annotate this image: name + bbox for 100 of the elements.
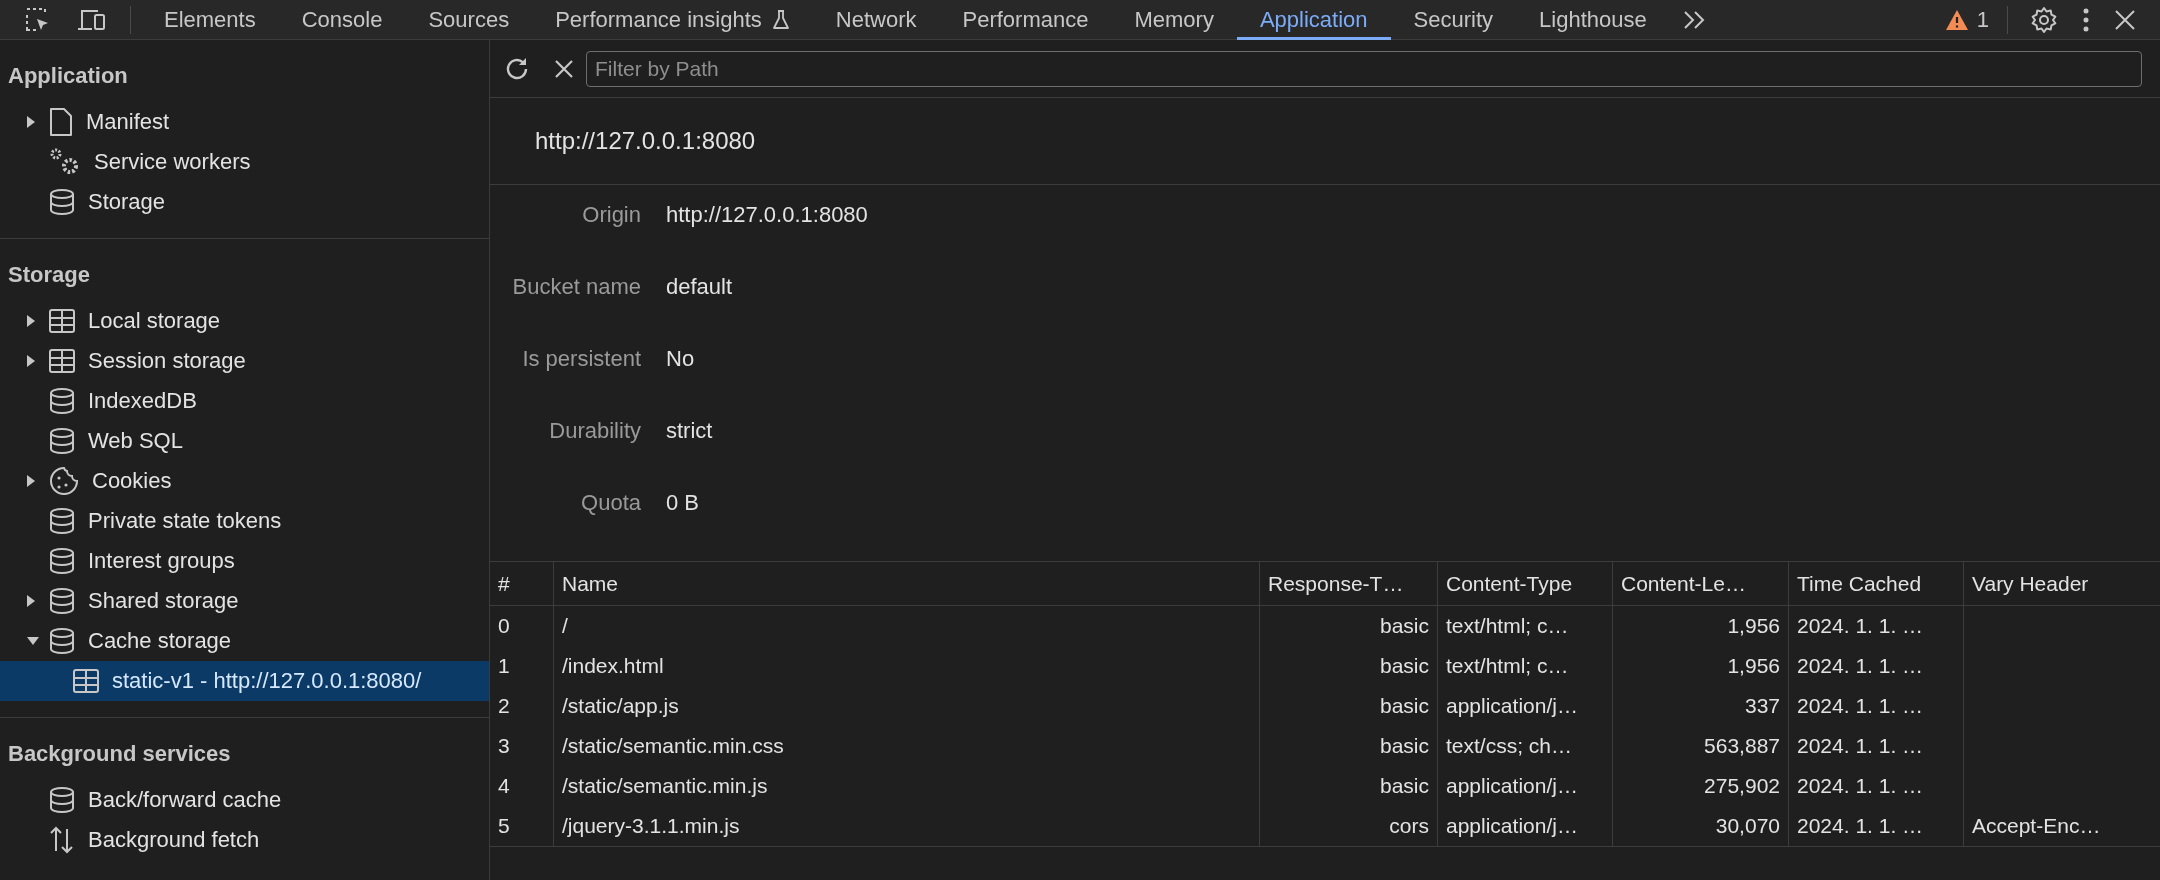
sidebar-item[interactable]: Shared storage <box>0 581 489 621</box>
table-cell: 275,902 <box>1704 774 1780 798</box>
table-cell: Accept-Enc… <box>1972 814 2101 838</box>
origin-title: http://127.0.0.1:8080 <box>535 127 756 155</box>
table-cell: 0 <box>498 614 510 638</box>
sidebar-item[interactable]: Back/forward cache <box>0 780 489 820</box>
sidebar-item[interactable]: Background fetch <box>0 820 489 860</box>
panel-tab[interactable]: Lighthouse <box>1516 0 1670 40</box>
panel-tab[interactable]: Network <box>812 0 940 40</box>
sidebar-item[interactable]: Web SQL <box>0 421 489 461</box>
close-icon[interactable] <box>2114 8 2136 31</box>
table-icon <box>48 348 76 374</box>
table-cell: /jquery-3.1.1.min.js <box>562 814 740 838</box>
table-cell: 3 <box>498 734 510 758</box>
sidebar-section-heading: Storage <box>7 261 91 289</box>
expand-arrow-icon[interactable] <box>26 474 36 488</box>
table-cell: basic <box>1379 694 1429 718</box>
file-icon <box>48 107 74 137</box>
table-cell: 5 <box>498 814 510 838</box>
detail-label: Quota <box>580 490 641 516</box>
sidebar-item[interactable]: IndexedDB <box>0 381 489 421</box>
table-cell: basic <box>1379 774 1429 798</box>
table-cell: 563,887 <box>1704 734 1780 758</box>
flask-icon <box>771 8 790 31</box>
table-cell: 2 <box>498 694 510 718</box>
sidebar-item[interactable]: Cookies <box>0 461 489 501</box>
table-cell: 2024. 1. 1. … <box>1797 774 1924 798</box>
table-cell: 1,956 <box>1727 654 1780 678</box>
sidebar-item[interactable]: Local storage <box>0 301 489 341</box>
table-cell: 2024. 1. 1. … <box>1797 814 1924 838</box>
database-icon <box>48 786 76 814</box>
panel-tab[interactable]: Console <box>278 0 406 40</box>
clear-icon[interactable] <box>554 58 574 79</box>
table-icon <box>48 308 76 334</box>
sidebar-item[interactable]: Manifest <box>0 102 489 142</box>
column-header[interactable]: Name <box>562 571 619 596</box>
filter-field[interactable]: Filter by Path <box>586 50 2142 87</box>
detail-label: Durability <box>548 418 641 444</box>
detail-label: Is persistent <box>521 346 641 372</box>
column-header[interactable]: # <box>498 571 510 596</box>
database-icon <box>48 387 76 415</box>
column-header[interactable]: Time Cached <box>1797 571 1922 596</box>
table-cell: 1 <box>498 654 510 678</box>
table-cell: basic <box>1379 654 1429 678</box>
database-icon <box>48 587 76 615</box>
table-cell: 1,956 <box>1727 614 1780 638</box>
sidebar-item[interactable]: Session storage <box>0 341 489 381</box>
table-cell: 337 <box>1744 694 1780 718</box>
expand-arrow-icon[interactable] <box>26 594 36 608</box>
panel-tab[interactable]: Security <box>1390 0 1517 40</box>
sidebar-section-heading: Background services <box>7 740 232 768</box>
table-cell: text/html; c… <box>1446 654 1569 678</box>
expand-arrow-icon[interactable] <box>26 314 36 328</box>
collapse-arrow-icon[interactable] <box>26 636 40 646</box>
panel-tab[interactable]: Application <box>1236 0 1391 40</box>
up-down-arrows-icon <box>48 825 76 855</box>
sidebar-section-heading: Application <box>7 62 129 90</box>
warning-icon <box>1944 8 1969 31</box>
detail-value: No <box>666 346 695 372</box>
settings-icon[interactable] <box>2030 5 2058 34</box>
cookie-icon <box>48 465 80 497</box>
database-icon <box>48 547 76 575</box>
more-options-icon[interactable] <box>2082 6 2090 33</box>
database-icon <box>48 427 76 455</box>
panel-tab[interactable]: Performance insights <box>532 0 813 40</box>
table-cell: application/j… <box>1446 814 1578 838</box>
column-header[interactable]: Vary Header <box>1972 571 2089 596</box>
sidebar-item[interactable]: Cache storage <box>0 621 489 661</box>
table-cell: /static/semantic.min.css <box>562 734 784 758</box>
table-cell: /static/semantic.min.js <box>562 774 768 798</box>
expand-arrow-icon[interactable] <box>26 115 36 129</box>
sidebar-item[interactable]: Interest groups <box>0 541 489 581</box>
table-cell: cors <box>1389 814 1429 838</box>
expand-arrow-icon[interactable] <box>26 354 36 368</box>
column-header[interactable]: Content-Type <box>1446 571 1573 596</box>
warnings-button[interactable]: 1 <box>1936 6 1997 33</box>
detail-value: default <box>666 274 733 300</box>
sidebar-item[interactable]: static-v1 - http://127.0.0.1:8080/ <box>0 661 489 701</box>
column-header[interactable]: Response-T… <box>1268 571 1404 596</box>
sidebar-item[interactable]: Storage <box>0 182 489 222</box>
panel-tab[interactable]: Performance <box>939 0 1112 40</box>
column-header[interactable]: Content-Le… <box>1621 571 1746 596</box>
database-icon <box>48 188 76 216</box>
table-cell: basic <box>1379 734 1429 758</box>
detail-value: 0 B <box>666 490 700 516</box>
detail-value: http://127.0.0.1:8080 <box>666 202 868 228</box>
table-cell: text/css; ch… <box>1446 734 1573 758</box>
table-cell: /static/app.js <box>562 694 679 718</box>
detail-label: Origin <box>581 202 641 228</box>
panel-tab[interactable]: Sources <box>405 0 533 40</box>
panel-tab[interactable]: Elements <box>141 0 279 40</box>
table-cell: application/j… <box>1446 774 1578 798</box>
table-cell: 30,070 <box>1715 814 1780 838</box>
table-cell: basic <box>1379 614 1429 638</box>
table-cell: / <box>562 614 568 638</box>
sidebar-item[interactable]: Private state tokens <box>0 501 489 541</box>
table-cell: 2024. 1. 1. … <box>1797 734 1924 758</box>
table-cell: 2024. 1. 1. … <box>1797 694 1924 718</box>
panel-tab[interactable]: Memory <box>1111 0 1237 40</box>
sidebar-item[interactable]: Service workers <box>0 142 489 182</box>
